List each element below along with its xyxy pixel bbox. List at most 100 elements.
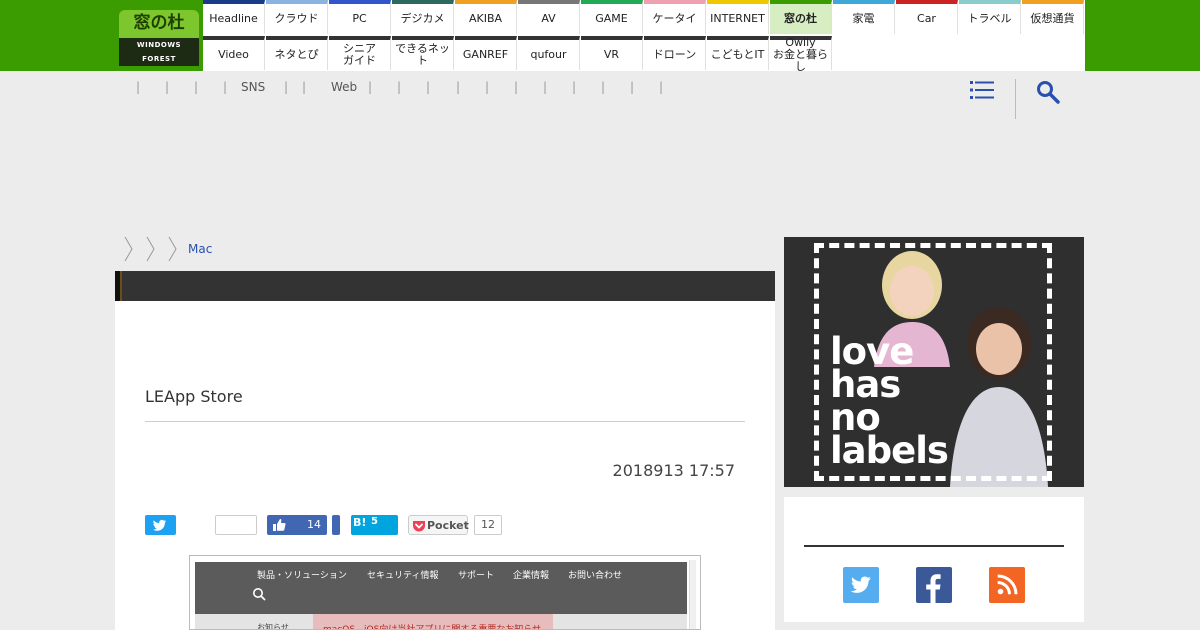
header-divider: [1015, 79, 1016, 119]
sidebar-ad-banner[interactable]: love has no labels: [784, 237, 1084, 487]
nav-tab[interactable]: AV: [518, 0, 580, 34]
nav-tab-label: ネタとぴ: [274, 48, 319, 61]
facebook-like-button[interactable]: 14: [267, 515, 327, 535]
screenshot-notice-text: macOS、iOS向け当社アプリに関する重要なお知らせ: [313, 614, 553, 629]
nav-tab-label: トラベル: [967, 12, 1012, 25]
subnav-separator: |: [543, 80, 548, 94]
hatena-bookmark-button[interactable]: B! 5: [351, 515, 398, 535]
breadcrumb: Mac: [120, 236, 212, 262]
subnav-separator: |: [165, 80, 170, 94]
nav-tab-label: 家電: [852, 12, 875, 25]
nav-tab[interactable]: できるネット: [392, 36, 454, 70]
nav-tab-label: できるネット: [395, 42, 450, 67]
ad-slogan: love has no labels: [830, 330, 949, 472]
nav-tab[interactable]: AKIBA: [455, 0, 517, 34]
nav-tab[interactable]: Headline: [203, 0, 265, 34]
screenshot-menu-item: サポート: [458, 571, 495, 581]
category-title-bar: [115, 271, 775, 301]
subnav-item[interactable]: Web: [331, 80, 357, 94]
nav-tab-label: Car: [917, 12, 936, 25]
nav-tab[interactable]: 窓の杜: [770, 0, 832, 34]
follow-divider: [804, 545, 1064, 547]
nav-tab[interactable]: ケータイ: [644, 0, 706, 34]
nav-tab-label: ドローン: [652, 48, 697, 61]
nav-tab[interactable]: GAME: [581, 0, 643, 34]
share-buttons: 14 B! 5 Pocket 12: [145, 515, 545, 535]
nav-tab-label: Owlly お金と暮らし: [773, 36, 828, 73]
nav-tab[interactable]: qufour: [518, 36, 580, 70]
nav-tab[interactable]: Car: [896, 0, 958, 34]
nav-tab[interactable]: Video: [203, 36, 265, 70]
nav-tab-label: 仮想通貨: [1030, 12, 1075, 25]
twitter-icon: [850, 576, 871, 593]
subnav-separator: |: [572, 80, 577, 94]
subnav-item[interactable]: SNS: [241, 80, 265, 94]
headline-divider: [145, 421, 745, 422]
nav-tab-label: シニア ガイド: [343, 42, 376, 67]
subnav-separator: |: [284, 80, 289, 94]
nav-tab[interactable]: VR: [581, 36, 643, 70]
twitter-follow-button[interactable]: [843, 567, 879, 603]
site-logo[interactable]: 窓の杜 WINDOWS FOREST: [119, 10, 199, 66]
nav-tab[interactable]: INTERNET: [707, 0, 769, 34]
facebook-share-tab[interactable]: [332, 515, 340, 535]
nav-tab[interactable]: PC: [329, 0, 391, 34]
twitter-share-button[interactable]: [145, 515, 176, 535]
screenshot-site-header: 製品・ソリューション セキュリティ情報 サポート 企業情報 お問い合わせ: [195, 562, 687, 614]
nav-tab[interactable]: クラウド: [266, 0, 328, 34]
pocket-count: 12: [474, 515, 502, 535]
hatena-bookmark-icon: B!: [353, 516, 367, 529]
nav-tab-label: ケータイ: [652, 12, 697, 25]
screenshot-menu-item: 企業情報: [513, 571, 550, 581]
logo-text-jp: 窓の杜: [119, 10, 199, 38]
nav-tab[interactable]: 家電: [833, 0, 895, 34]
subnav-separator: |: [485, 80, 490, 94]
follow-widget: [784, 497, 1084, 622]
search-icon[interactable]: [1036, 80, 1060, 104]
pocket-icon: [413, 521, 425, 532]
subnav-separator: |: [302, 80, 307, 94]
article-headline: LEApp Store: [145, 387, 243, 406]
subnav-separator: |: [194, 80, 199, 94]
nav-tab[interactable]: Owlly お金と暮らし: [770, 36, 832, 73]
article-screenshot-image[interactable]: 製品・ソリューション セキュリティ情報 サポート 企業情報 お問い合わせ お知らせ ma…: [189, 555, 701, 630]
nav-tab[interactable]: トラベル: [959, 0, 1021, 34]
nav-tab[interactable]: こどもとIT: [707, 36, 769, 70]
nav-tab[interactable]: シニア ガイド: [329, 36, 391, 70]
rss-icon: [997, 574, 1018, 595]
hatena-bookmark-count: 5: [371, 516, 378, 527]
subnav-separator: |: [514, 80, 519, 94]
nav-tab-label: AKIBA: [468, 12, 503, 25]
thumbs-up-icon: [273, 519, 286, 531]
nav-tab-label: Video: [218, 48, 249, 61]
nav-tab-label: クラウド: [274, 12, 319, 25]
nav-tab[interactable]: GANREF: [455, 36, 517, 70]
nav-tab[interactable]: ドローン: [644, 36, 706, 70]
facebook-follow-button[interactable]: [916, 567, 952, 603]
subnav-separator: |: [397, 80, 402, 94]
twitter-count-box: [215, 515, 257, 535]
pocket-label: Pocket: [427, 519, 469, 532]
pocket-button[interactable]: Pocket: [408, 515, 469, 535]
nav-tab-label: qufour: [530, 48, 567, 61]
article-date: 2018913 17:57: [612, 461, 735, 480]
subnav-separator: |: [368, 80, 373, 94]
site-header: 窓の杜 WINDOWS FOREST Headline クラウド PC デジカメ AKI…: [0, 0, 1200, 73]
nav-tab[interactable]: ネタとぴ: [266, 36, 328, 70]
facebook-like-count: 14: [307, 518, 321, 531]
nav-tab-label: PC: [352, 12, 367, 25]
screenshot-notice-label: お知らせ: [257, 623, 289, 630]
nav-tab-label: こどもとIT: [710, 48, 765, 61]
subnav-separator: |: [456, 80, 461, 94]
breadcrumb-separator-icon: [124, 236, 133, 262]
rss-follow-button[interactable]: [989, 567, 1025, 603]
nav-tab-label: デジカメ: [400, 12, 445, 25]
logo-text-en: WINDOWS FOREST: [119, 38, 199, 66]
nav-tab[interactable]: デジカメ: [392, 0, 454, 34]
breadcrumb-item-mac[interactable]: Mac: [188, 242, 212, 256]
screenshot-menu-item: 製品・ソリューション: [257, 571, 347, 581]
screenshot-notice-row: お知らせ macOS、iOS向け当社アプリに関する重要なお知らせ: [195, 614, 687, 630]
nav-tab[interactable]: 仮想通貨: [1022, 0, 1084, 34]
menu-icon[interactable]: [970, 80, 994, 100]
subnav-separator: |: [136, 80, 141, 94]
